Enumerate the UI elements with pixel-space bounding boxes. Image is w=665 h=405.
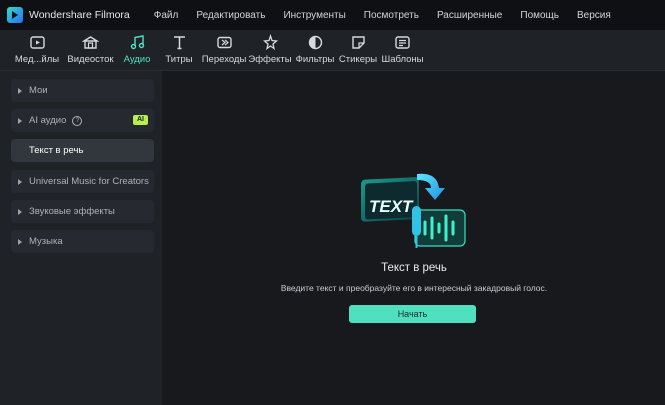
sidebar-item-label: Universal Music for Creators: [29, 176, 149, 187]
caret-right-icon: [18, 87, 22, 94]
tab-stickers-label: Стикеры: [338, 54, 378, 65]
tab-stock-video-label: Видеосток: [67, 54, 114, 65]
media-icon: [29, 36, 45, 49]
sidebar-item-label: Текст в речь: [29, 145, 84, 156]
filmora-logo-icon: [7, 7, 23, 23]
tab-audio[interactable]: Аудио: [120, 34, 154, 68]
template-icon: [395, 36, 410, 49]
sidebar-item-label: AI аудио: [29, 115, 67, 126]
tab-filters[interactable]: Фильтры: [295, 34, 335, 68]
tab-media-label: Мед...йлы: [14, 54, 60, 65]
tab-titles[interactable]: Титры: [163, 34, 195, 68]
menu-bar: Файл Редактировать Инструменты Посмотрет…: [154, 10, 629, 21]
sidebar-item-text-to-speech[interactable]: Текст в речь: [11, 139, 154, 162]
text-to-speech-illustration: TEXT: [361, 173, 466, 248]
start-button[interactable]: Начать: [349, 305, 476, 323]
menu-advanced[interactable]: Расширенные: [437, 10, 502, 21]
menu-edit[interactable]: Редактировать: [196, 10, 265, 21]
illustration-text: TEXT: [369, 197, 414, 216]
tab-transitions[interactable]: Переходы: [202, 34, 246, 68]
empty-state-title: Текст в речь: [381, 262, 447, 274]
ai-badge: AI: [133, 115, 148, 125]
tab-media[interactable]: Мед...йлы: [14, 34, 60, 68]
sidebar-item-music[interactable]: Музыка: [11, 230, 154, 253]
app-title: Wondershare Filmora: [29, 9, 130, 21]
sidebar-item-universal-music[interactable]: Universal Music for Creators: [11, 170, 154, 193]
sidebar-item-label: Музыка: [29, 236, 63, 247]
caret-right-icon: [18, 238, 22, 245]
filter-icon: [308, 35, 322, 50]
sidebar-item-sound-effects[interactable]: Звуковые эффекты: [11, 200, 154, 223]
menu-tools[interactable]: Инструменты: [283, 10, 345, 21]
tab-templates-label: Шаблоны: [381, 54, 424, 65]
sidebar-item-ai-audio[interactable]: AI аудио ? AI: [11, 109, 154, 132]
transition-icon: [216, 36, 232, 49]
tab-stock-video[interactable]: Видеосток: [67, 34, 114, 68]
sidebar-item-mine[interactable]: Мои: [11, 79, 154, 102]
tab-titles-label: Титры: [165, 54, 193, 65]
menu-help[interactable]: Помощь: [520, 10, 559, 21]
tab-effects[interactable]: Эффекты: [248, 34, 292, 68]
sidebar-item-label: Звуковые эффекты: [29, 206, 115, 217]
tab-audio-label: Аудио: [123, 54, 151, 65]
text-icon: [173, 36, 185, 50]
resource-toolbar: Мед...йлы Видеосток Аудио Титры Переходы…: [0, 30, 665, 71]
effects-icon: [262, 34, 278, 51]
tab-effects-label: Эффекты: [248, 54, 292, 65]
tab-templates[interactable]: Шаблоны: [381, 34, 424, 68]
caret-right-icon: [18, 208, 22, 215]
tab-transitions-label: Переходы: [201, 54, 247, 65]
audio-sidebar: Мои AI аудио ? AI Текст в речь Universal…: [0, 71, 162, 405]
stock-video-icon: [82, 36, 99, 49]
menu-version[interactable]: Версия: [577, 10, 611, 21]
music-note-icon: [130, 35, 144, 50]
caret-right-icon: [18, 178, 22, 185]
content-panel: TEXT Текст в речь Введите текст и преобр…: [163, 71, 665, 405]
tab-filters-label: Фильтры: [295, 54, 335, 65]
menu-file[interactable]: Файл: [154, 10, 179, 21]
tab-stickers[interactable]: Стикеры: [338, 34, 378, 68]
caret-right-icon: [18, 117, 22, 124]
empty-state-description: Введите текст и преобразуйте его в интер…: [280, 283, 548, 293]
sidebar-item-label: Мои: [29, 85, 48, 96]
help-icon[interactable]: ?: [72, 115, 83, 126]
title-bar: Wondershare Filmora Файл Редактировать И…: [0, 0, 665, 30]
menu-view[interactable]: Посмотреть: [364, 10, 419, 21]
sticker-icon: [351, 36, 365, 49]
